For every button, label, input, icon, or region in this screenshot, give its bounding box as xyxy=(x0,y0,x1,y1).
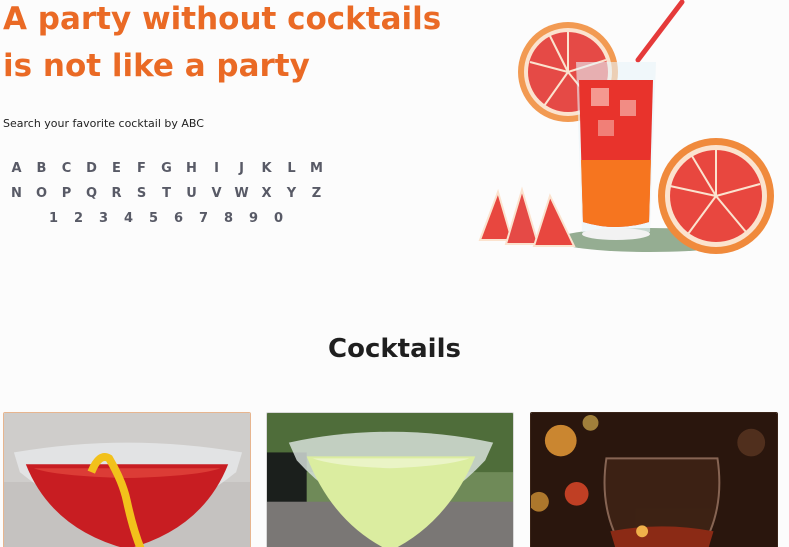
letter-link-6[interactable]: 6 xyxy=(166,209,191,229)
digits-row: 1234567890 xyxy=(41,209,291,229)
letter-link-l[interactable]: L xyxy=(279,159,304,179)
green-margarita-image xyxy=(267,413,513,547)
letter-link-g[interactable]: G xyxy=(154,159,179,179)
letter-link-c[interactable]: C xyxy=(54,159,79,179)
letter-link-f[interactable]: F xyxy=(129,159,154,179)
letter-link-9[interactable]: 9 xyxy=(241,209,266,229)
brandy-snifter-image xyxy=(531,413,777,547)
letter-link-p[interactable]: P xyxy=(54,184,79,204)
letter-link-1[interactable]: 1 xyxy=(41,209,66,229)
letter-link-m[interactable]: M xyxy=(304,159,329,179)
letter-link-s[interactable]: S xyxy=(129,184,154,204)
hero-title: A party without cocktails is not like a … xyxy=(3,0,443,90)
letter-link-e[interactable]: E xyxy=(104,159,129,179)
letter-link-2[interactable]: 2 xyxy=(66,209,91,229)
letter-link-0[interactable]: 0 xyxy=(266,209,291,229)
hero-cocktail-image xyxy=(470,0,780,262)
letter-link-v[interactable]: V xyxy=(204,184,229,204)
hero-title-line2: is not like a party xyxy=(3,48,310,84)
letter-link-z[interactable]: Z xyxy=(304,184,329,204)
letter-link-8[interactable]: 8 xyxy=(216,209,241,229)
letter-link-t[interactable]: T xyxy=(154,184,179,204)
search-label: Search your favorite cocktail by ABC xyxy=(3,117,204,130)
letter-link-d[interactable]: D xyxy=(79,159,104,179)
red-martini-image xyxy=(4,413,250,547)
letter-link-w[interactable]: W xyxy=(229,184,254,204)
letter-link-b[interactable]: B xyxy=(29,159,54,179)
letter-link-r[interactable]: R xyxy=(104,184,129,204)
letter-link-5[interactable]: 5 xyxy=(141,209,166,229)
letter-link-3[interactable]: 3 xyxy=(91,209,116,229)
letter-link-i[interactable]: I xyxy=(204,159,229,179)
letter-link-u[interactable]: U xyxy=(179,184,204,204)
section-title: Cocktails xyxy=(328,334,461,364)
cocktail-card[interactable] xyxy=(3,412,251,547)
letter-link-a[interactable]: A xyxy=(4,159,29,179)
cocktail-card[interactable] xyxy=(530,412,778,547)
letter-link-q[interactable]: Q xyxy=(79,184,104,204)
letter-link-h[interactable]: H xyxy=(179,159,204,179)
alphabet-row-1: ABCDEFGHIJKLM xyxy=(4,159,329,179)
alphabet-row-2: NOPQRSTUVWXYZ xyxy=(4,184,329,204)
letter-link-j[interactable]: J xyxy=(229,159,254,179)
letter-link-o[interactable]: O xyxy=(29,184,54,204)
cocktail-card[interactable] xyxy=(266,412,514,547)
letter-link-k[interactable]: K xyxy=(254,159,279,179)
letter-link-n[interactable]: N xyxy=(4,184,29,204)
letter-link-7[interactable]: 7 xyxy=(191,209,216,229)
letter-link-x[interactable]: X xyxy=(254,184,279,204)
letter-link-4[interactable]: 4 xyxy=(116,209,141,229)
hero-title-line1: A party without cocktails xyxy=(3,1,442,37)
letter-link-y[interactable]: Y xyxy=(279,184,304,204)
